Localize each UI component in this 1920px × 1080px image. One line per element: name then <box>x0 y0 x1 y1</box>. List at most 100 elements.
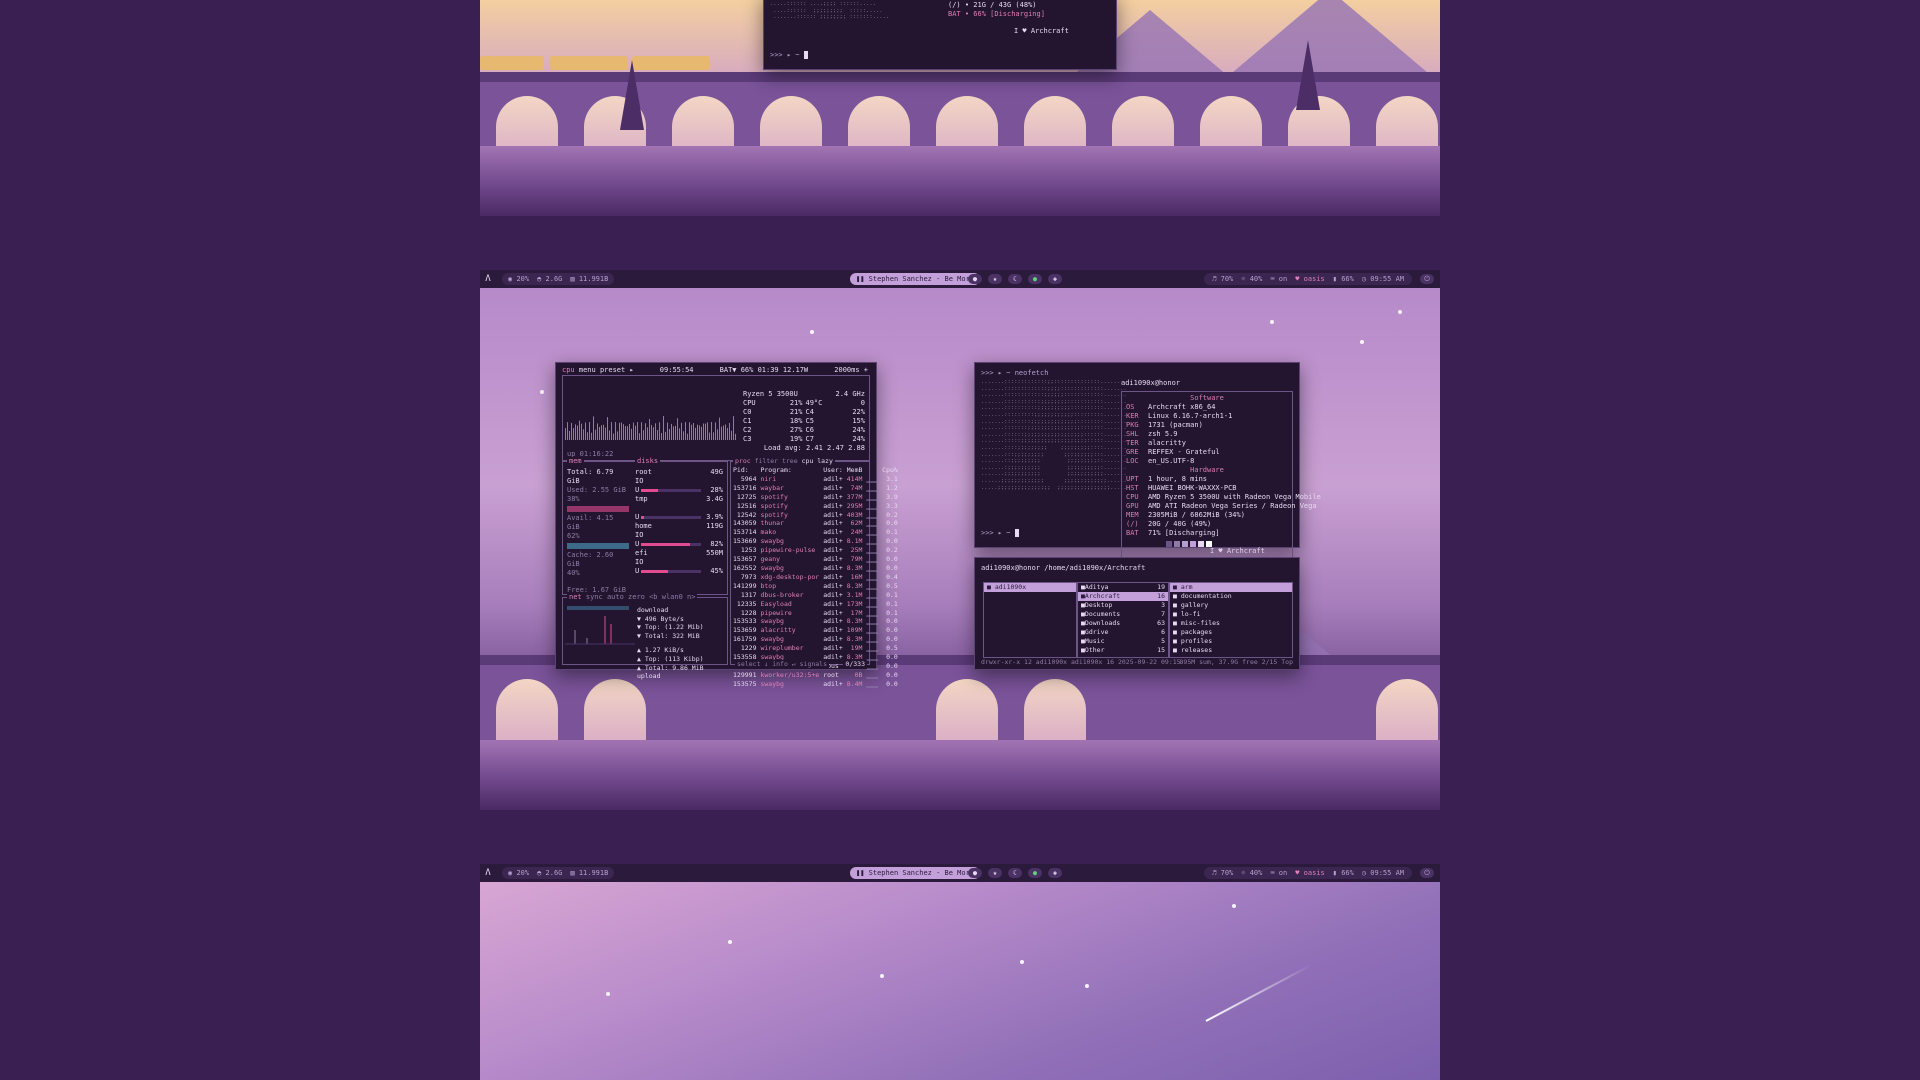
net-header: net sync auto zero <b wlan0 n> <box>567 593 698 602</box>
temp-stat[interactable]: ◓ 2.6G <box>537 869 562 877</box>
process-row[interactable]: 1228 pipewire adil+ 17M ▁▁▁ 0.1 <box>731 609 900 618</box>
directory-item[interactable]: ■ gallery <box>1170 601 1292 610</box>
process-row[interactable]: 161759 swaybg adil+ 8.3M ▁▁▁ 0.0 <box>731 635 900 644</box>
power-icon[interactable]: ⏻ <box>1420 868 1434 878</box>
process-row[interactable]: 153575 swaybg adil+ 8.4M ▁▁▁ 0.0 <box>731 680 900 689</box>
net-tabs[interactable]: sync auto zero <b wlan0 n> <box>586 593 696 601</box>
process-row[interactable]: 12725 spotify adil+ 377M ▁▁▁ 3.9 <box>731 493 900 502</box>
workspace-preview-top[interactable]: .....:::::: ....;;;; ::::::..... ....:::… <box>480 0 1440 216</box>
keyboard-indicator[interactable]: ⌨ on <box>1270 275 1287 283</box>
directory-item[interactable]: ■ Music 5 <box>1078 637 1168 646</box>
directory-item[interactable]: ■ misc-files <box>1170 619 1292 628</box>
bluetooth-icon[interactable]: ★ <box>988 868 1002 878</box>
directory-item[interactable]: ■ profiles <box>1170 637 1292 646</box>
process-row[interactable]: 5964 niri adil+ 414M ▁▁▁ 3.1 <box>731 475 900 484</box>
spotify-icon[interactable]: ● <box>1028 868 1042 878</box>
chat-icon[interactable]: ● <box>968 868 982 878</box>
directory-item[interactable]: ■ Desktop 3 <box>1078 601 1168 610</box>
disk-stat[interactable]: ▧ 11.991B <box>570 275 608 283</box>
spotify-icon[interactable]: ● <box>1028 274 1042 284</box>
process-row[interactable]: 1253 pipewire-pulse adil+ 25M ▁▁▁ 0.2 <box>731 546 900 555</box>
process-row[interactable]: 143059 thunar adil+ 62M ▁▁▁ 0.0 <box>731 519 900 528</box>
media-player-widget[interactable]: ❚❚ Stephen Sanchez - Be More <box>850 867 981 879</box>
workspace-preview-bottom[interactable]: Λ ◉ 20% ◓ 2.6G ▧ 11.991B ❚❚ Stephen Sanc… <box>480 864 1440 1080</box>
process-row[interactable]: 12335 Easyload adil+ 173M ▁▁▁ 0.1 <box>731 600 900 609</box>
archcraft-logo-icon[interactable]: Λ <box>480 274 496 284</box>
column-header[interactable]: User: <box>821 466 845 475</box>
process-row[interactable]: 153533 swaybg adil+ 8.3M ▁▁▁ 0.0 <box>731 617 900 626</box>
process-row[interactable]: 129991 kworker/u32:5+e root 0B ▁▁▁ 0.0 <box>731 671 900 680</box>
proc-filter[interactable]: filter <box>755 457 778 465</box>
process-cpu: 0.5 <box>886 644 898 653</box>
process-row[interactable]: 141299 btop adil+ 8.3M ▁▁▁ 0.5 <box>731 582 900 591</box>
proc-tree-toggle[interactable]: tree <box>782 457 798 465</box>
directory-item[interactable]: ■ lo-fi <box>1170 610 1292 619</box>
chat-icon[interactable]: ● <box>968 274 982 284</box>
process-row[interactable]: 153714 mako adil+ 24M ▁▁▁ 0.1 <box>731 528 900 537</box>
process-row[interactable]: 7973 xdg-desktop-por adil+ 16M ▁▁▁ 0.4 <box>731 573 900 582</box>
wifi-icon[interactable]: ◈ <box>1048 868 1062 878</box>
column-header[interactable]: MemB <box>845 466 865 475</box>
moon-icon[interactable]: ☾ <box>1008 274 1022 284</box>
directory-item[interactable]: ■ arm <box>1170 583 1292 592</box>
menu-button[interactable]: menu <box>579 366 596 374</box>
process-row[interactable]: 1317 dbus-broker adil+ 3.1M ▁▁▁ 0.1 <box>731 591 900 600</box>
directory-item[interactable]: ■ packages <box>1170 628 1292 637</box>
directory-item[interactable]: ■ Other 15 <box>1078 646 1168 655</box>
proc-count: 0/333 <box>843 660 867 669</box>
btop-window[interactable]: cpu menu preset ▸ 09:55:54 BAT▼ 66% 01:3… <box>555 362 898 688</box>
shell-prompt[interactable]: >>> ▸ ~ <box>770 51 808 60</box>
directory-item[interactable]: ■ Documents 7 <box>1078 610 1168 619</box>
brightness-indicator[interactable]: ☼ 40% <box>1241 275 1262 283</box>
column-header[interactable]: Cpu% <box>880 466 900 475</box>
process-row[interactable]: 12542 spotify adil+ 403M ▁▁▁ 0.2 <box>731 511 900 520</box>
preset-button[interactable]: preset ▸ <box>600 366 634 374</box>
brightness-indicator[interactable]: ☼ 40% <box>1241 869 1262 877</box>
directory-item[interactable]: ■ Downloads 63 <box>1078 619 1168 628</box>
keyboard-indicator[interactable]: ⌨ on <box>1270 869 1287 877</box>
update-interval[interactable]: 2000ms + <box>834 366 868 375</box>
cpu-stat[interactable]: ◉ 20% <box>508 275 529 283</box>
power-icon[interactable]: ⏻ <box>1420 274 1434 284</box>
terminal-window-neofetch-partial[interactable]: .....:::::: ....;;;; ::::::..... ....:::… <box>763 0 1117 70</box>
neofetch-window[interactable]: >>> ▸ ~ neofetch .......:::::::::::::;;:… <box>974 362 1321 559</box>
column-header[interactable]: Program: <box>758 466 821 475</box>
directory-item[interactable]: ■ documentation <box>1170 592 1292 601</box>
wifi-icon[interactable]: ◈ <box>1048 274 1062 284</box>
process-row[interactable]: 12516 spotify adil+ 295M ▁▁▁ 3.3 <box>731 502 900 511</box>
workspace-preview-active[interactable]: Λ ◉ 20% ◓ 2.6G ▧ 11.991B ❚❚ Stephen Sanc… <box>480 270 1440 810</box>
proc-sort[interactable]: cpu lazy <box>802 457 833 465</box>
volume-indicator[interactable]: ♬ 70% <box>1212 275 1233 283</box>
process-row[interactable]: 162552 swaybg adil+ 8.3M ▁▁▁ 0.0 <box>731 564 900 573</box>
directory-item[interactable]: ■ Gdrive 6 <box>1078 628 1168 637</box>
media-player-widget[interactable]: ❚❚ Stephen Sanchez - Be More <box>850 273 981 285</box>
clock[interactable]: ◷ 09:55 AM <box>1362 869 1404 877</box>
network-indicator[interactable]: ♥ oasis <box>1295 275 1325 283</box>
temp-stat[interactable]: ◓ 2.6G <box>537 275 562 283</box>
bluetooth-icon[interactable]: ★ <box>988 274 1002 284</box>
process-row[interactable]: 1229 wireplumber adil+ 19M ▁▁▁ 0.5 <box>731 644 900 653</box>
network-indicator[interactable]: ♥ oasis <box>1295 869 1325 877</box>
disk-stat[interactable]: ▧ 11.991B <box>570 869 608 877</box>
directory-item[interactable]: ■ adi1090x <box>984 583 1076 592</box>
battery-indicator[interactable]: ▮ 66% <box>1333 869 1354 877</box>
column-header[interactable] <box>864 466 880 475</box>
cpu-tab[interactable]: cpu <box>562 366 575 374</box>
directory-item[interactable]: ■ Aditya 19 <box>1078 583 1168 592</box>
process-row[interactable]: 153669 swaybg adil+ 8.1M ▁▁▁ 0.0 <box>731 537 900 546</box>
moon-icon[interactable]: ☾ <box>1008 868 1022 878</box>
archcraft-logo-icon[interactable]: Λ <box>480 868 496 878</box>
volume-indicator[interactable]: ♬ 70% <box>1212 869 1233 877</box>
process-row[interactable]: 153716 waybar adil+ 74M ▁▁▁ 1.2 <box>731 484 900 493</box>
process-row[interactable]: 153657 geany adil+ 79M ▁▁▁ 0.0 <box>731 555 900 564</box>
cpu-stat[interactable]: ◉ 20% <box>508 869 529 877</box>
process-row[interactable]: 153659 alacritty adil+ 109M ▁▁▁ 0.0 <box>731 626 900 635</box>
clock[interactable]: ◷ 09:55 AM <box>1362 275 1404 283</box>
proc-footer[interactable]: select ↓ info ↵ signals <box>735 660 830 669</box>
shell-prompt[interactable]: >>> ▸ ~ <box>981 529 1019 538</box>
directory-item[interactable]: ■ releases <box>1170 646 1292 655</box>
directory-item[interactable]: ■ Archcraft 16 <box>1078 592 1168 601</box>
column-header[interactable]: Pid: <box>731 466 758 475</box>
file-manager-window[interactable]: adi1090x@honor /home/adi1090x/Archcraft … <box>974 557 1300 670</box>
battery-indicator[interactable]: ▮ 66% <box>1333 275 1354 283</box>
